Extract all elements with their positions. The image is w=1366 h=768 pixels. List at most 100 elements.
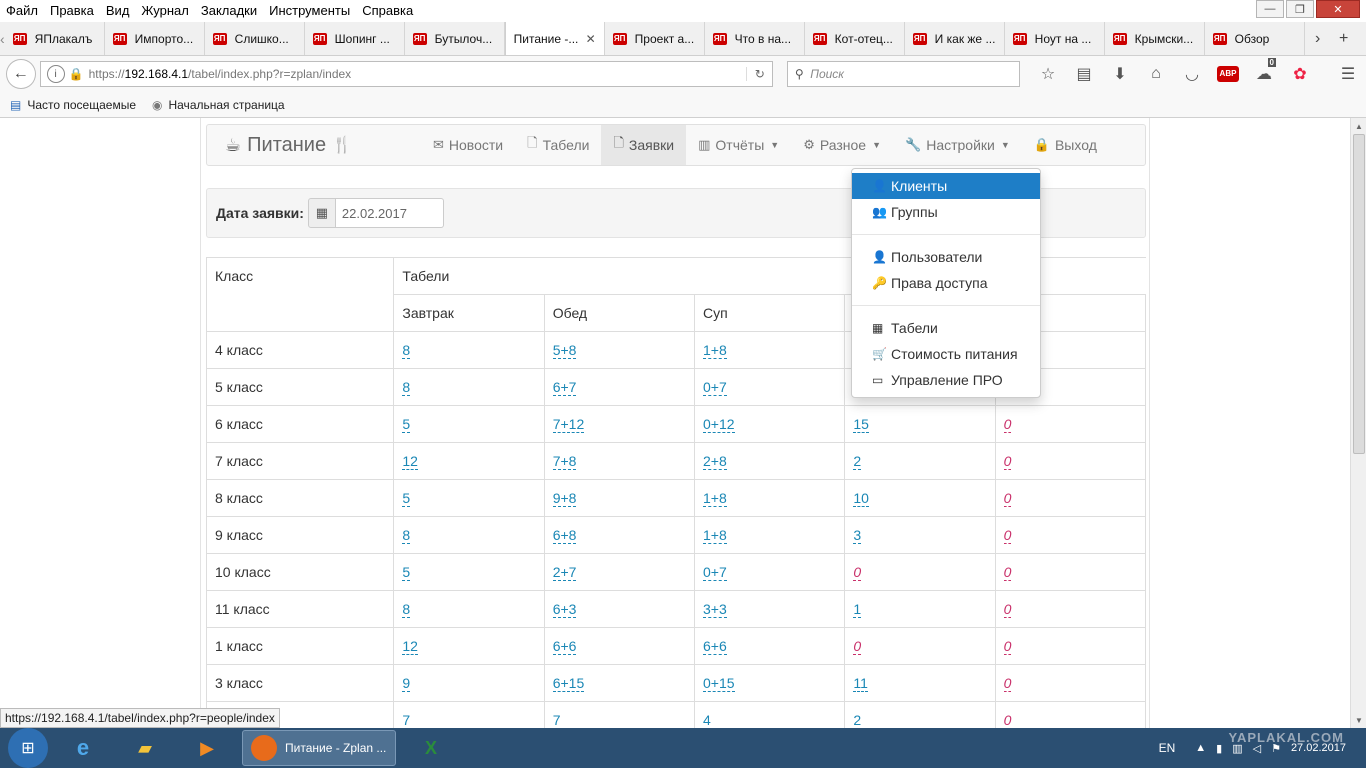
browser-tab[interactable]: ЯП Проект а... xyxy=(605,22,705,55)
editable-value-link[interactable]: 0 xyxy=(1003,638,1012,655)
browser-tab[interactable]: ЯП Ноут на ... xyxy=(1005,22,1105,55)
editable-value-link[interactable]: 5 xyxy=(402,490,411,507)
dropdown-item[interactable]: 👤 Клиенты xyxy=(852,173,1040,199)
editable-value-link[interactable]: 1+8 xyxy=(703,342,727,359)
editable-value-link[interactable]: 9 xyxy=(402,675,411,692)
editable-value-link[interactable]: 7+12 xyxy=(552,416,585,433)
nav-item[interactable]: ▥ Отчёты ▼ xyxy=(686,125,791,165)
dropdown-item[interactable]: 🛒 Стоимость питания xyxy=(852,341,1040,367)
editable-value-link[interactable]: 0 xyxy=(1003,675,1012,692)
editable-value-link[interactable]: 0 xyxy=(1003,601,1012,618)
excel-icon[interactable]: X xyxy=(404,730,458,766)
browser-tab[interactable]: ЯП Крымски... xyxy=(1105,22,1205,55)
internet-explorer-icon[interactable]: e xyxy=(56,730,110,766)
browser-tab[interactable]: ЯП Что в на... xyxy=(705,22,805,55)
editable-value-link[interactable]: 2 xyxy=(853,453,862,470)
menu-file[interactable]: Файл xyxy=(0,3,44,18)
editable-value-link[interactable]: 2 xyxy=(853,712,862,728)
editable-value-link[interactable]: 8 xyxy=(402,527,411,544)
editable-value-link[interactable]: 0+7 xyxy=(703,564,727,581)
dropdown-item[interactable]: ▭ Управление ПРО xyxy=(852,367,1040,393)
editable-value-link[interactable]: 3 xyxy=(853,527,862,544)
editable-value-link[interactable]: 2+7 xyxy=(552,564,577,581)
tabs-scroll-right-icon[interactable]: › xyxy=(1305,30,1331,48)
list-tabs-icon[interactable]: ⌄ xyxy=(1357,29,1366,49)
insecure-lock-icon[interactable]: 🔒 xyxy=(69,67,87,81)
editable-value-link[interactable]: 0 xyxy=(853,638,862,655)
minimize-button[interactable]: — xyxy=(1256,0,1284,18)
menu-history[interactable]: Журнал xyxy=(135,3,194,18)
start-button[interactable]: ⊞ xyxy=(8,728,48,768)
new-tab-icon[interactable]: + xyxy=(1331,30,1357,48)
editable-value-link[interactable]: 1+8 xyxy=(703,527,727,544)
maximize-button[interactable]: ❐ xyxy=(1286,0,1314,18)
info-icon[interactable]: i xyxy=(46,65,65,83)
language-indicator[interactable]: EN xyxy=(1159,741,1176,755)
battery-icon[interactable]: ▮ xyxy=(1216,742,1222,755)
browser-tab[interactable]: ЯП Слишко... xyxy=(205,22,305,55)
editable-value-link[interactable]: 0+7 xyxy=(703,379,727,396)
search-input[interactable]: ⚲ Поиск xyxy=(787,61,1020,87)
editable-value-link[interactable]: 6+6 xyxy=(703,638,727,655)
editable-value-link[interactable]: 7+8 xyxy=(552,453,577,470)
browser-tab[interactable]: Питание -... ✕ xyxy=(504,22,605,55)
editable-value-link[interactable]: 0 xyxy=(1003,416,1012,433)
editable-value-link[interactable]: 7 xyxy=(552,712,561,728)
bookmark-home-page[interactable]: ◉ Начальная страница xyxy=(152,98,285,112)
media-player-icon[interactable]: ▶ xyxy=(180,730,234,766)
editable-value-link[interactable]: 2+8 xyxy=(703,453,727,470)
browser-tab[interactable]: ЯП Кот-отец... xyxy=(805,22,905,55)
editable-value-link[interactable]: 0 xyxy=(1003,490,1012,507)
browser-tab[interactable]: ЯП Бутылоч... xyxy=(405,22,505,55)
editable-value-link[interactable]: 8 xyxy=(402,601,411,618)
browser-tab[interactable]: ЯП Шопинг ... xyxy=(305,22,405,55)
editable-value-link[interactable]: 8 xyxy=(402,379,411,396)
browser-tab[interactable]: ЯП И как же ... xyxy=(905,22,1005,55)
editable-value-link[interactable]: 10 xyxy=(853,490,869,507)
menu-bookmarks[interactable]: Закладки xyxy=(195,3,263,18)
brand[interactable]: ☕ Питание 🍴 xyxy=(207,134,421,157)
close-tab-icon[interactable]: ✕ xyxy=(586,32,596,46)
menu-help[interactable]: Справка xyxy=(356,3,419,18)
extension-badge-icon[interactable]: ☁ 0 xyxy=(1246,58,1282,84)
menu-view[interactable]: Вид xyxy=(100,3,136,18)
nav-item[interactable]: 🔒 Выход xyxy=(1022,125,1109,165)
bookmark-most-visited[interactable]: ▤ Часто посещаемые xyxy=(10,98,136,112)
date-picker[interactable]: ▦ 22.02.2017 xyxy=(307,198,444,228)
hamburger-menu-icon[interactable]: ☰ xyxy=(1330,64,1366,84)
close-window-button[interactable]: ✕ xyxy=(1316,0,1360,18)
firefox-task-button[interactable]: Питание - Zplan ... xyxy=(242,730,396,766)
editable-value-link[interactable]: 5+8 xyxy=(552,342,577,359)
address-url[interactable]: https://192.168.4.1/tabel/index.php?r=zp… xyxy=(87,67,352,81)
color-extension-icon[interactable]: ✿ xyxy=(1282,64,1318,84)
browser-tab[interactable]: ЯП Импорто... xyxy=(105,22,205,55)
menu-tools[interactable]: Инструменты xyxy=(263,3,356,18)
downloads-icon[interactable]: ⬇ xyxy=(1102,64,1138,84)
back-button[interactable]: ← xyxy=(6,59,36,89)
scroll-up-icon[interactable]: ▲ xyxy=(1351,118,1366,134)
editable-value-link[interactable]: 0 xyxy=(1003,564,1012,581)
editable-value-link[interactable]: 1+8 xyxy=(703,490,727,507)
editable-value-link[interactable]: 12 xyxy=(402,638,418,655)
nav-item[interactable]: ✉ Новости xyxy=(421,125,515,165)
bookmark-star-icon[interactable]: ☆ xyxy=(1030,64,1066,84)
editable-value-link[interactable]: 0 xyxy=(1003,453,1012,470)
home-icon[interactable]: ⌂ xyxy=(1138,65,1174,83)
tray-expand-icon[interactable]: ▲ xyxy=(1195,742,1206,754)
editable-value-link[interactable]: 15 xyxy=(853,416,869,433)
editable-value-link[interactable]: 8 xyxy=(402,342,411,359)
page-scrollbar[interactable]: ▲ ▼ xyxy=(1350,118,1366,728)
reading-list-icon[interactable]: ▤ xyxy=(1066,64,1102,84)
nav-item[interactable]: ⚙ Разное ▼ xyxy=(791,125,893,165)
editable-value-link[interactable]: 9+8 xyxy=(552,490,577,507)
adblock-icon[interactable]: ABP xyxy=(1217,66,1239,82)
editable-value-link[interactable]: 0 xyxy=(1003,712,1012,728)
dropdown-item[interactable]: ▦ Табели xyxy=(852,315,1040,341)
scrollbar-thumb[interactable] xyxy=(1353,134,1365,454)
nav-item[interactable]: 🗋 Заявки xyxy=(601,125,687,165)
editable-value-link[interactable]: 1 xyxy=(853,601,862,618)
editable-value-link[interactable]: 0 xyxy=(853,564,862,581)
date-input[interactable]: 22.02.2017 xyxy=(335,198,444,228)
editable-value-link[interactable]: 11 xyxy=(853,675,868,692)
nav-item[interactable]: 🗋 Табели xyxy=(515,125,601,165)
